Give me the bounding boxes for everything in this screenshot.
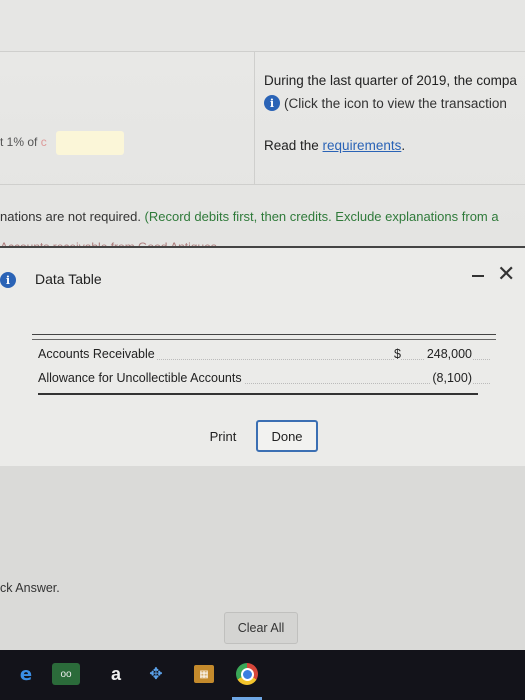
done-button[interactable]: Done xyxy=(256,420,318,452)
instructions: nations are not required. (Record debits… xyxy=(0,209,499,224)
question-panel: t 1% of c During the last quarter of 201… xyxy=(0,0,525,246)
amazon-icon[interactable]: a xyxy=(104,663,128,685)
modal-header: i Data Table ✕ xyxy=(0,248,525,308)
edge-browser-icon[interactable]: e xyxy=(14,663,38,685)
modal-title: Data Table xyxy=(35,271,102,287)
print-button[interactable]: Print xyxy=(196,420,250,452)
highlighted-answer-field[interactable] xyxy=(56,131,124,155)
transaction-info-line[interactable]: i (Click the icon to view the transactio… xyxy=(264,95,507,111)
info-icon[interactable]: i xyxy=(264,95,280,111)
store-icon[interactable]: ▦ xyxy=(194,665,214,683)
row-label: Allowance for Uncollectible Accounts xyxy=(38,371,244,385)
table-row: Allowance for Uncollectible Accounts (8,… xyxy=(38,371,490,391)
check-answer-text: ck Answer. xyxy=(0,581,60,595)
panel-divider xyxy=(254,52,255,184)
taskbar: e oo a ✥ ▦ xyxy=(0,650,525,700)
question-intro: During the last quarter of 2019, the com… xyxy=(264,73,517,88)
section-divider xyxy=(0,184,525,185)
left-question-fragment: t 1% of c xyxy=(0,135,47,149)
chrome-icon[interactable] xyxy=(236,663,258,685)
top-strip xyxy=(0,0,525,52)
row-amount: (8,100) xyxy=(430,371,472,385)
table-bottom-rule xyxy=(38,393,478,395)
requirements-link[interactable]: requirements xyxy=(323,138,402,153)
answer-area: ck Answer. Clear All xyxy=(0,466,525,650)
table-top-rule xyxy=(32,339,496,340)
journal-entry-fragment: Accounts receivable from Good Antiques xyxy=(0,238,217,246)
tripadvisor-icon[interactable]: oo xyxy=(52,663,80,685)
data-table: Accounts Receivable $ 248,000 Allowance … xyxy=(32,334,496,398)
info-icon: i xyxy=(0,272,16,288)
row-label: Accounts Receivable xyxy=(38,347,157,361)
requirements-line: Read the requirements. xyxy=(264,138,406,153)
row-currency: $ xyxy=(394,347,401,361)
close-icon[interactable]: ✕ xyxy=(497,262,515,286)
transaction-info-text[interactable]: (Click the icon to view the transaction xyxy=(284,96,507,111)
dropbox-icon[interactable]: ✥ xyxy=(144,663,168,685)
data-table-modal: i Data Table ✕ Accounts Receivable $ 248… xyxy=(0,246,525,466)
clear-all-button[interactable]: Clear All xyxy=(224,612,298,644)
table-row: Accounts Receivable $ 248,000 xyxy=(38,347,490,367)
minimize-icon[interactable] xyxy=(472,275,484,277)
row-amount: 248,000 xyxy=(424,347,472,361)
